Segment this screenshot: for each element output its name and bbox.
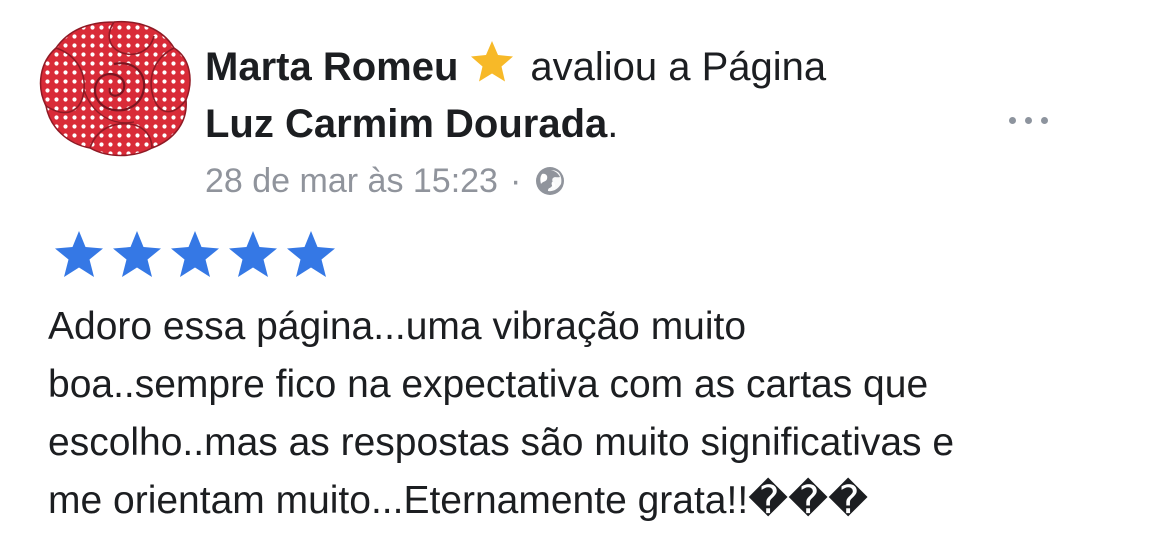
review-line: escolho..mas as respostas são muito sign… — [48, 421, 955, 464]
review-text: Adoro essa página...uma vibração muito b… — [48, 298, 1138, 530]
author-avatar[interactable] — [34, 14, 194, 159]
post-header: Marta Romeu avaliou a Página — [205, 38, 826, 92]
star-icon — [468, 38, 516, 86]
more-dot — [1040, 116, 1048, 124]
more-options-icon[interactable] — [992, 100, 1064, 140]
rating-stars — [52, 229, 338, 281]
star-filled-icon — [229, 231, 277, 277]
review-post: Marta Romeu avaliou a Página Luz Carmim D… — [0, 0, 1166, 537]
review-line: boa..sempre fico na expectativa com as c… — [48, 363, 929, 406]
star-filled-icon — [287, 231, 335, 277]
star-filled-icon — [171, 231, 219, 277]
timestamp[interactable]: 28 de mar às 15:23 — [205, 160, 498, 202]
star-filled-icon — [55, 231, 103, 277]
more-dot — [1024, 116, 1032, 124]
meta-separator: · — [509, 162, 522, 200]
review-line: Adoro essa página...uma vibração muito — [48, 305, 747, 348]
star-filled-icon — [113, 231, 161, 277]
action-text: avaliou a Página — [530, 45, 827, 89]
post-header-page: Luz Carmim Dourada. — [205, 99, 618, 149]
post-meta: 28 de mar às 15:23 · — [205, 160, 567, 202]
page-name-link[interactable]: Luz Carmim Dourada — [205, 102, 607, 146]
author-name[interactable]: Marta Romeu — [205, 45, 458, 89]
globe-icon[interactable] — [533, 164, 567, 198]
rose-avatar-image — [39, 20, 191, 157]
review-line: me orientam muito...Eternamente grata!!�… — [48, 479, 869, 522]
page-name-suffix: . — [607, 102, 619, 146]
more-dot — [1008, 116, 1016, 124]
